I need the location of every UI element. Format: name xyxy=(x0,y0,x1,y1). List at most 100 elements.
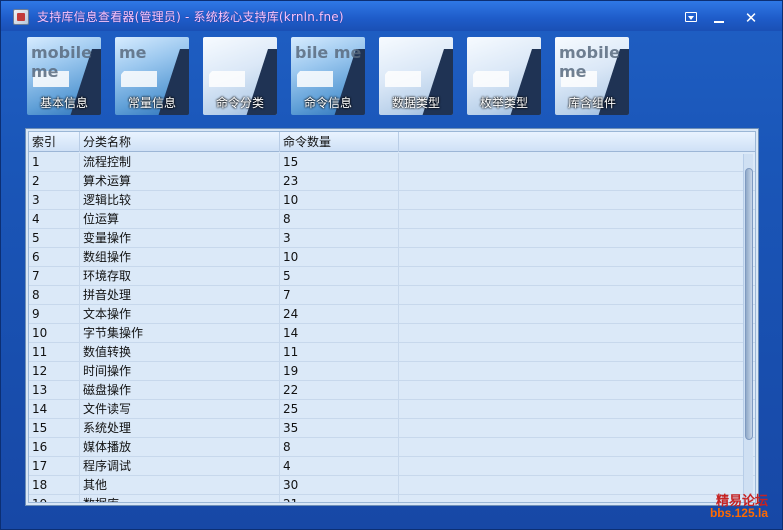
cell-index: 16 xyxy=(29,438,80,457)
cell-command-count: 10 xyxy=(280,191,399,210)
column-header-empty xyxy=(399,132,755,152)
cell-command-count: 4 xyxy=(280,457,399,476)
table-row[interactable]: 2 算术运算 23 xyxy=(29,172,755,191)
tool-command-info[interactable]: bile me 命令信息 xyxy=(291,37,365,115)
cell-command-count: 8 xyxy=(280,210,399,229)
tool-label: 基本信息 xyxy=(39,96,88,110)
cell-category-name: 变量操作 xyxy=(80,229,280,248)
cell-index: 9 xyxy=(29,305,80,324)
table-row[interactable]: 4 位运算 8 xyxy=(29,210,755,229)
cell-empty xyxy=(399,419,755,438)
cell-empty xyxy=(399,400,755,419)
table-row[interactable]: 19数据库21 xyxy=(29,495,755,502)
scrollbar-thumb[interactable] xyxy=(745,168,753,440)
cell-command-count: 35 xyxy=(280,419,399,438)
cell-category-name: 位运算 xyxy=(80,210,280,229)
toolbar: mobile me 基本信息 me 常量信息 命令分类 bile me 命令信息… xyxy=(1,31,782,121)
table-row[interactable]: 14 文件读写 25 xyxy=(29,400,755,419)
cell-command-count: 21 xyxy=(280,495,399,502)
tool-label: 数据类型 xyxy=(391,96,440,110)
column-header-index[interactable]: 索引 xyxy=(29,132,80,152)
cell-command-count: 25 xyxy=(280,400,399,419)
tool-constants[interactable]: me 常量信息 xyxy=(115,37,189,115)
table-row[interactable]: 17 程序调试 4 xyxy=(29,457,755,476)
cell-index: 17 xyxy=(29,457,80,476)
table-row[interactable]: 13 磁盘操作 22 xyxy=(29,381,755,400)
cell-empty xyxy=(399,210,755,229)
cell-empty xyxy=(399,305,755,324)
app-window: 支持库信息查看器(管理员) - 系统核心支持库(krnln.fne) ✕ mob… xyxy=(0,0,783,530)
categories-panel: 索引 分类名称 命令数量 1 流程控制 15 2 算术运算 23 3 逻辑比较 10 4 位运算 8 5… xyxy=(25,128,759,506)
table-row[interactable]: 8 拼音处理 7 xyxy=(29,286,755,305)
tool-basic-info[interactable]: mobile me 基本信息 xyxy=(27,37,101,115)
cell-empty xyxy=(399,362,755,381)
cell-index: 7 xyxy=(29,267,80,286)
cell-command-count: 11 xyxy=(280,343,399,362)
close-button[interactable]: ✕ xyxy=(741,10,761,26)
cell-command-count: 14 xyxy=(280,324,399,343)
tool-data-types[interactable]: 数据类型 xyxy=(379,37,453,115)
table-row[interactable]: 3 逻辑比较 10 xyxy=(29,191,755,210)
cell-command-count: 5 xyxy=(280,267,399,286)
cell-empty xyxy=(399,495,755,502)
cell-category-name: 时间操作 xyxy=(80,362,280,381)
vertical-scrollbar[interactable] xyxy=(743,154,753,502)
cell-empty xyxy=(399,476,755,495)
cell-index: 1 xyxy=(29,153,80,172)
cell-category-name: 环境存取 xyxy=(80,267,280,286)
tool-enum-types[interactable]: 枚举类型 xyxy=(467,37,541,115)
cell-category-name: 磁盘操作 xyxy=(80,381,280,400)
cell-category-name: 拼音处理 xyxy=(80,286,280,305)
cell-empty xyxy=(399,172,755,191)
tool-command-categories[interactable]: 命令分类 xyxy=(203,37,277,115)
cell-empty xyxy=(399,267,755,286)
window-menu-button[interactable] xyxy=(681,10,701,26)
tool-library-components[interactable]: mobile me 库含组件 xyxy=(555,37,629,115)
table-row[interactable]: 11 数值转换 11 xyxy=(29,343,755,362)
cell-command-count: 30 xyxy=(280,476,399,495)
tool-label: 常量信息 xyxy=(127,96,176,110)
table-row[interactable]: 18 其他 30 xyxy=(29,476,755,495)
tool-label: 命令信息 xyxy=(303,96,352,110)
cell-empty xyxy=(399,457,755,476)
cell-command-count: 8 xyxy=(280,438,399,457)
cell-empty xyxy=(399,153,755,172)
cell-command-count: 7 xyxy=(280,286,399,305)
cell-command-count: 23 xyxy=(280,172,399,191)
cell-index: 10 xyxy=(29,324,80,343)
column-header-category-name[interactable]: 分类名称 xyxy=(80,132,280,152)
table-row[interactable]: 9 文本操作 24 xyxy=(29,305,755,324)
cell-category-name: 数组操作 xyxy=(80,248,280,267)
table-row[interactable]: 12 时间操作 19 xyxy=(29,362,755,381)
dropdown-icon xyxy=(685,12,697,22)
mobileme-logo-icon: mobile me xyxy=(559,43,620,81)
table-row[interactable]: 1 流程控制 15 xyxy=(29,153,755,172)
cell-index: 5 xyxy=(29,229,80,248)
cell-category-name: 流程控制 xyxy=(80,153,280,172)
table-row[interactable]: 15 系统处理 35 xyxy=(29,419,755,438)
table-row[interactable]: 10 字节集操作 14 xyxy=(29,324,755,343)
mobileme-logo-icon: me xyxy=(119,43,147,62)
mobileme-logo-icon: bile me xyxy=(295,43,362,62)
minimize-button[interactable] xyxy=(709,10,729,26)
column-header-command-count[interactable]: 命令数量 xyxy=(280,132,399,152)
cell-category-name: 媒体播放 xyxy=(80,438,280,457)
cell-category-name: 文本操作 xyxy=(80,305,280,324)
table-row[interactable]: 6 数组操作 10 xyxy=(29,248,755,267)
cell-empty xyxy=(399,438,755,457)
table-row[interactable]: 16 媒体播放 8 xyxy=(29,438,755,457)
table-row[interactable]: 5 变量操作 3 xyxy=(29,229,755,248)
cell-index: 4 xyxy=(29,210,80,229)
cell-empty xyxy=(399,381,755,400)
cell-category-name: 其他 xyxy=(80,476,280,495)
app-icon xyxy=(13,9,29,25)
mobileme-logo-icon: mobile me xyxy=(31,43,92,81)
cell-index: 15 xyxy=(29,419,80,438)
title-bar[interactable]: 支持库信息查看器(管理员) - 系统核心支持库(krnln.fne) ✕ xyxy=(1,1,782,31)
cell-command-count: 3 xyxy=(280,229,399,248)
table-row[interactable]: 7 环境存取 5 xyxy=(29,267,755,286)
cell-category-name: 程序调试 xyxy=(80,457,280,476)
cell-empty xyxy=(399,286,755,305)
cell-command-count: 10 xyxy=(280,248,399,267)
watermark-site: bbs.125.la xyxy=(709,506,768,520)
